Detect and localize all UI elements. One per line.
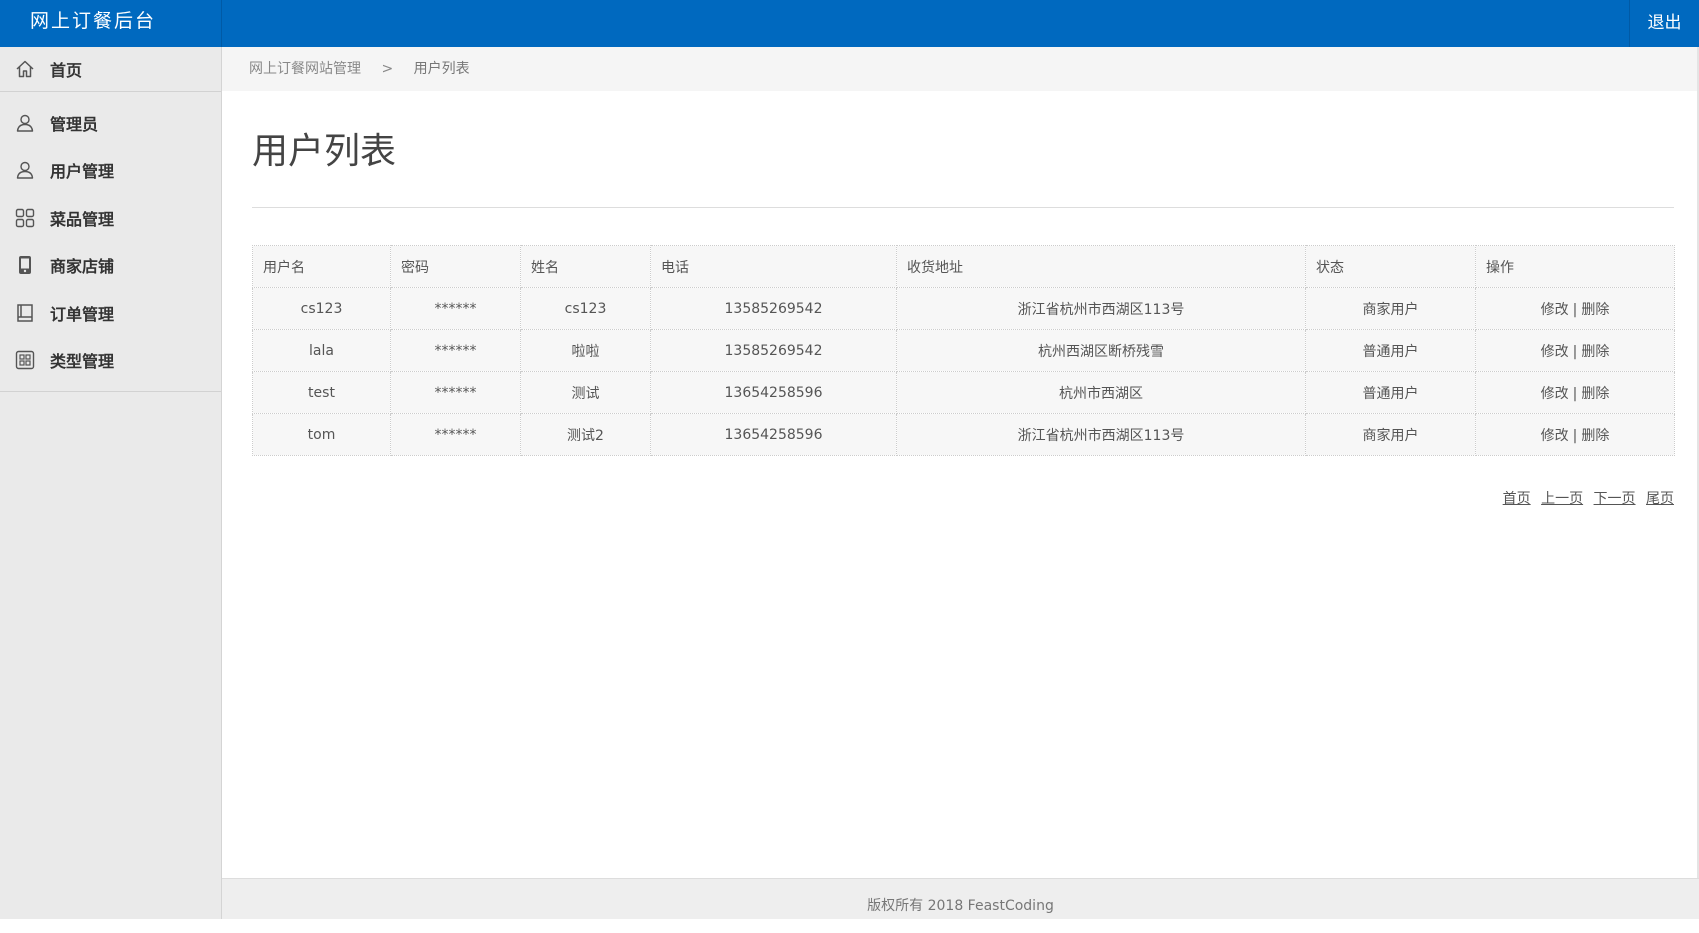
pagination: 首页 上一页 下一页 尾页 [1497,488,1674,508]
column-header-actions: 操作 [1475,245,1675,288]
cell-actions: 修改 | 删除 [1475,329,1675,372]
action-separator: | [1572,385,1578,402]
breadcrumb: 网上订餐网站管理 > 用户列表 [222,47,1699,91]
cell-password: ****** [390,287,521,330]
cell-actions: 修改 | 删除 [1475,371,1675,414]
sidebar-item-label: 商家店铺 [50,257,115,277]
delete-link[interactable]: 删除 [1581,428,1609,444]
logout-button[interactable]: 退出 [1629,0,1699,47]
sidebar-item-shops[interactable]: 商家店铺 [0,242,221,290]
cell-address: 杭州市西湖区 [896,371,1306,414]
cell-status: 商家用户 [1305,287,1476,330]
cell-password: ****** [390,371,521,414]
action-separator: | [1572,343,1578,360]
sidebar-item-label: 用户管理 [50,162,115,182]
cell-phone: 13585269542 [650,329,897,372]
cell-username: test [252,371,391,414]
footer: 版权所有 2018 FeastCoding [222,878,1699,919]
sidebar-item-label: 订单管理 [50,304,115,324]
table-row: cs123 ****** cs123 13585269542 浙江省杭州市西湖区… [252,287,1675,330]
user-icon [14,159,36,181]
edit-link[interactable]: 修改 [1541,344,1569,360]
column-header-password: 密码 [390,245,521,288]
delete-link[interactable]: 删除 [1581,344,1609,360]
book-icon [14,302,36,324]
title-divider [252,207,1674,208]
cell-status: 普通用户 [1305,371,1476,414]
column-header-username: 用户名 [252,245,391,288]
sidebar-item-label: 管理员 [50,114,99,134]
cell-actions: 修改 | 删除 [1475,413,1675,456]
cell-username: tom [252,413,391,456]
grid-square-icon [14,349,36,371]
cell-address: 杭州西湖区断桥残雪 [896,329,1306,372]
sidebar-item-admin[interactable]: 管理员 [0,99,221,147]
sidebar-item-label: 首页 [50,61,83,80]
action-separator: | [1572,301,1578,318]
sidebar-item-users[interactable]: 用户管理 [0,147,221,195]
sidebar-item-home[interactable]: 首页 [0,47,221,92]
cell-address: 浙江省杭州市西湖区113号 [896,413,1306,456]
table-row: lala ****** 啦啦 13585269542 杭州西湖区断桥残雪 普通用… [252,329,1675,372]
cell-username: cs123 [252,287,391,330]
cell-username: lala [252,329,391,372]
sidebar-item-dishes[interactable]: 菜品管理 [0,194,221,242]
cell-name: 啦啦 [520,329,651,372]
sidebar: 首页 管理员 用户管理 菜品管理 商家店铺 订单管理 类型管理 [0,47,222,919]
user-table: 用户名 密码 姓名 电话 收货地址 状态 操作 cs123 ****** cs1… [252,245,1675,456]
cell-name: cs123 [520,287,651,330]
grid-icon [14,207,36,229]
sidebar-item-label: 类型管理 [50,352,115,372]
cell-phone: 13585269542 [650,287,897,330]
cell-status: 普通用户 [1305,329,1476,372]
cell-phone: 13654258596 [650,371,897,414]
prev-page-link[interactable]: 上一页 [1541,491,1583,507]
sidebar-menu: 管理员 用户管理 菜品管理 商家店铺 订单管理 类型管理 [0,92,221,392]
cell-name: 测试 [520,371,651,414]
breadcrumb-current: 用户列表 [413,61,470,77]
column-header-address: 收货地址 [896,245,1306,288]
cell-phone: 13654258596 [650,413,897,456]
page-title: 用户列表 [252,131,397,172]
table-row: test ****** 测试 13654258596 杭州市西湖区 普通用户 修… [252,371,1675,414]
edit-link[interactable]: 修改 [1541,428,1569,444]
column-header-status: 状态 [1305,245,1476,288]
delete-link[interactable]: 删除 [1581,302,1609,318]
table-header-row: 用户名 密码 姓名 电话 收货地址 状态 操作 [252,245,1675,288]
action-separator: | [1572,427,1578,444]
last-page-link[interactable]: 尾页 [1646,491,1674,507]
phone-icon [14,254,36,276]
sidebar-item-types[interactable]: 类型管理 [0,337,221,385]
edit-link[interactable]: 修改 [1541,386,1569,402]
table-row: tom ****** 测试2 13654258596 浙江省杭州市西湖区113号… [252,413,1675,456]
sidebar-item-label: 菜品管理 [50,209,115,229]
home-icon [14,58,36,80]
cell-address: 浙江省杭州市西湖区113号 [896,287,1306,330]
sidebar-item-orders[interactable]: 订单管理 [0,289,221,337]
cell-actions: 修改 | 删除 [1475,287,1675,330]
cell-status: 商家用户 [1305,413,1476,456]
cell-password: ****** [390,329,521,372]
top-bar: 网上订餐后台 退出 [0,0,1699,47]
next-page-link[interactable]: 下一页 [1594,491,1636,507]
user-icon [14,112,36,134]
first-page-link[interactable]: 首页 [1503,491,1531,507]
delete-link[interactable]: 删除 [1581,386,1609,402]
breadcrumb-separator: > [381,61,394,77]
app-title: 网上订餐后台 [0,0,222,47]
breadcrumb-root[interactable]: 网上订餐网站管理 [249,61,361,77]
column-header-phone: 电话 [650,245,897,288]
edit-link[interactable]: 修改 [1541,302,1569,318]
cell-name: 测试2 [520,413,651,456]
column-header-name: 姓名 [520,245,651,288]
cell-password: ****** [390,413,521,456]
